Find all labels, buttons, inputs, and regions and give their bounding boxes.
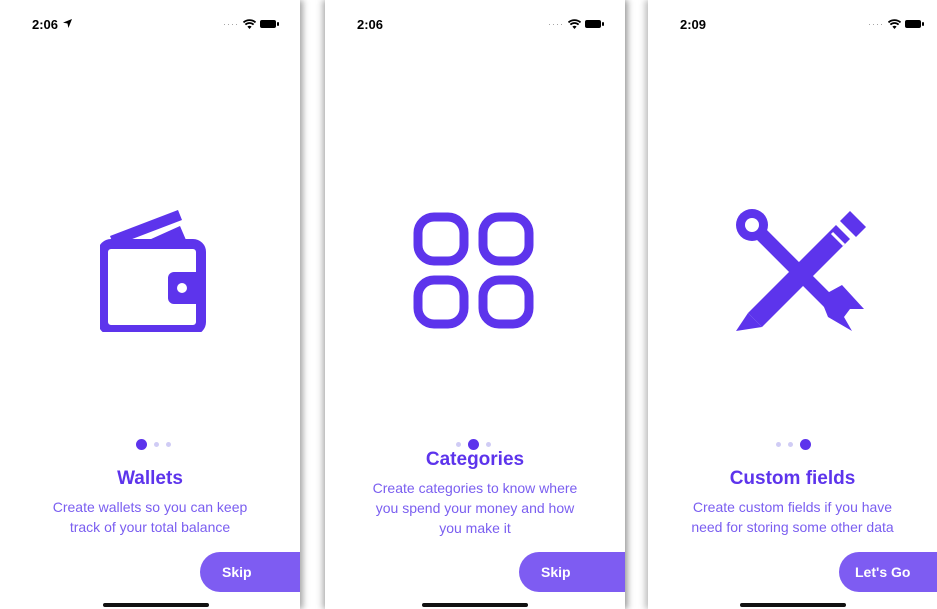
- home-indicator: [103, 603, 209, 607]
- signal-icon: ····: [223, 19, 239, 29]
- signal-icon: ····: [868, 19, 884, 29]
- page-dot-2[interactable]: [788, 442, 793, 447]
- home-indicator: [740, 603, 846, 607]
- page-dot-1[interactable]: [136, 439, 147, 450]
- categories-grid-icon: [413, 212, 534, 329]
- battery-icon: [260, 20, 279, 28]
- status-time: 2:09: [680, 17, 707, 32]
- status-bar: 2:06 ····: [325, 14, 625, 34]
- signal-icon: ····: [548, 19, 564, 29]
- onboarding-screen-wallets: 2:06 ···· Wallets Create wallets so you …: [0, 0, 300, 609]
- description-line: you make it: [439, 520, 511, 536]
- status-bar: 2:09 ····: [648, 14, 937, 34]
- page-description: Create categories to know where you spen…: [345, 478, 605, 538]
- battery-icon: [585, 20, 604, 28]
- description-line: need for storing some other data: [691, 519, 894, 535]
- wifi-icon: [568, 19, 581, 29]
- page-indicator: [776, 439, 811, 450]
- wifi-icon: [888, 19, 901, 29]
- description-line: Create wallets so you can keep: [52, 499, 248, 515]
- wifi-icon: [243, 19, 256, 29]
- onboarding-screen-custom-fields: 2:09 ···· Custom fields Create custom fi…: [648, 0, 937, 609]
- page-title: Wallets: [117, 468, 183, 489]
- description-line: track of your total balance: [69, 519, 231, 535]
- page-dot-3[interactable]: [800, 439, 811, 450]
- page-dot-1[interactable]: [776, 442, 781, 447]
- onboarding-screen-categories: 2:06 ···· Categories Create categories t…: [325, 0, 625, 609]
- skip-button[interactable]: Skip: [519, 552, 625, 592]
- tools-icon: [736, 209, 866, 331]
- description-line: Create custom fields if you have: [692, 499, 893, 515]
- status-icons: ····: [868, 18, 924, 30]
- status-time: 2:06: [357, 17, 384, 32]
- page-indicator: [136, 439, 171, 450]
- location-arrow-icon: [63, 19, 72, 28]
- wallet-icon: [100, 210, 206, 332]
- page-title: Custom fields: [729, 468, 856, 489]
- status-time: 2:06: [32, 17, 59, 32]
- status-bar: 2:06 ····: [0, 14, 300, 34]
- description-line: Create categories to know where: [372, 480, 578, 496]
- description-line: you spend your money and how: [375, 500, 575, 516]
- page-dot-2[interactable]: [154, 442, 159, 447]
- page-title: Categories: [425, 449, 525, 470]
- page-dot-3[interactable]: [486, 442, 491, 447]
- page-dot-3[interactable]: [166, 442, 171, 447]
- page-description: Create wallets so you can keep track of …: [20, 497, 280, 537]
- home-indicator: [422, 603, 528, 607]
- skip-button[interactable]: Skip: [200, 552, 300, 592]
- status-icons: ····: [548, 18, 604, 30]
- page-dot-1[interactable]: [456, 442, 461, 447]
- lets-go-button[interactable]: Let's Go: [839, 552, 937, 592]
- battery-icon: [905, 20, 924, 28]
- page-description: Create custom fields if you have need fo…: [662, 497, 923, 537]
- status-icons: ····: [223, 18, 279, 30]
